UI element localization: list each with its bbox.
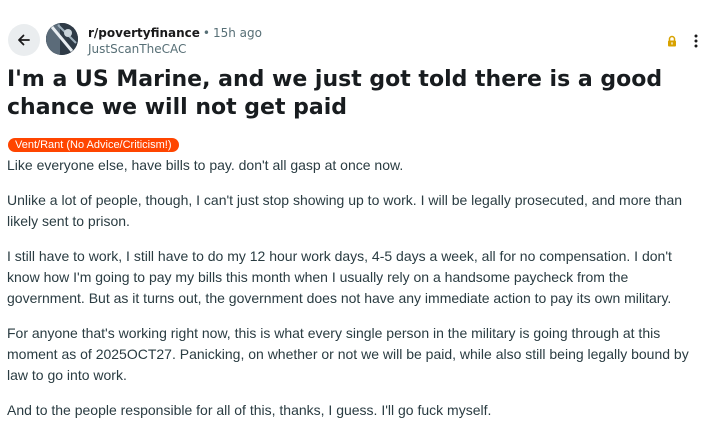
body-paragraph: For anyone that's working right now, thi…	[7, 325, 689, 383]
post-flair[interactable]: Vent/Rant (No Advice/Criticism!)	[8, 138, 179, 152]
body-paragraph: I still have to work, I still have to do…	[7, 248, 672, 306]
post-body: Like everyone else, have bills to pay. d…	[7, 155, 707, 435]
body-paragraph: Unlike a lot of people, though, I can't …	[7, 192, 683, 229]
post-meta: r/povertyfinance • 15h ago JustScanTheCAC	[88, 26, 262, 57]
post-header: r/povertyfinance • 15h ago JustScanTheCAC	[0, 0, 714, 64]
body-paragraph: Like everyone else, have bills to pay. d…	[7, 157, 404, 173]
more-vertical-icon	[694, 34, 698, 48]
subreddit-link[interactable]: r/povertyfinance	[88, 26, 200, 40]
back-button[interactable]	[8, 24, 40, 56]
lock-icon	[668, 35, 676, 47]
post-time: 15h ago	[212, 26, 262, 40]
author-username[interactable]: JustScanTheCAC	[88, 42, 262, 57]
post-title: I'm a US Marine, and we just got told th…	[7, 67, 663, 120]
body-paragraph: And to the people responsible for all of…	[7, 402, 492, 418]
meta-separator: •	[202, 26, 210, 40]
more-options-button[interactable]	[686, 31, 706, 51]
avatar[interactable]	[46, 23, 78, 55]
arrow-left-icon	[18, 34, 30, 46]
